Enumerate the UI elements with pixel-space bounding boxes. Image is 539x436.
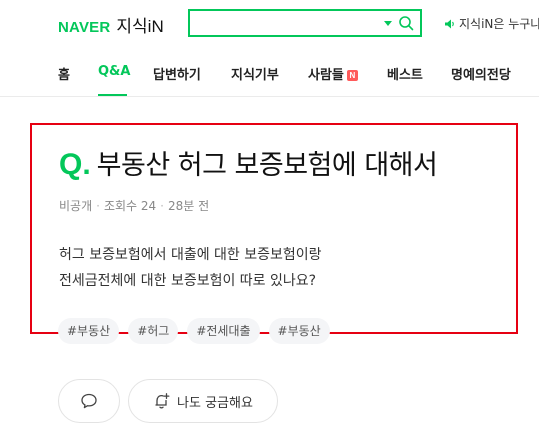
tag-item[interactable]: #전세대출 (187, 318, 260, 344)
question-title-text: 부동산 허그 보증보험에 대해서 (96, 149, 438, 181)
comment-button[interactable] (58, 379, 120, 423)
bell-plus-icon (155, 393, 170, 409)
meta-separator: · (96, 198, 100, 213)
header: NAVER 지식iN 지식iN은 누구나 (0, 0, 539, 48)
comment-icon (81, 393, 97, 409)
post-time: 28분 전 (168, 199, 210, 213)
content-line: 전세금전체에 대한 보증보험이 따로 있나요? (59, 273, 317, 289)
search-input[interactable] (190, 11, 386, 35)
tab-home[interactable]: 홈 (58, 64, 70, 83)
tag-item[interactable]: #부동산 (58, 318, 120, 344)
kin-logo[interactable]: 지식iN (116, 12, 163, 37)
new-badge: N (346, 70, 358, 81)
view-count: 조회수 24 (103, 199, 157, 213)
tab-hall-of-fame[interactable]: 명예의전당 (451, 64, 511, 83)
tag-list: #부동산 #허그 #전세대출 #부동산 (58, 318, 339, 344)
meta-separator: · (160, 198, 164, 213)
content-line: 허그 보증보험에서 대출에 대한 보증보험이랑 (59, 247, 322, 263)
active-tab-indicator (98, 94, 127, 96)
question-title: Q. 부동산 허그 보증보험에 대해서 (59, 148, 438, 181)
question-actions: 나도 궁금해요 (58, 379, 278, 423)
tab-people-label: 사람들 (308, 68, 344, 83)
notice-banner[interactable]: 지식iN은 누구나 (444, 15, 539, 32)
author-label: 비공개 (59, 199, 93, 213)
curious-button-label: 나도 궁금해요 (177, 395, 253, 411)
tab-qna[interactable]: Q&A (98, 64, 130, 79)
tag-item[interactable]: #허그 (128, 318, 179, 344)
tab-answer[interactable]: 답변하기 (153, 64, 201, 83)
logo[interactable]: NAVER 지식iN (58, 12, 164, 37)
question-content: 허그 보증보험에서 대출에 대한 보증보험이랑 전세금전체에 대한 보증보험이 … (59, 242, 322, 294)
main-nav: 홈 Q&A 답변하기 지식기부 사람들 N 베스트 명예의전당 (0, 48, 539, 97)
speaker-icon (445, 19, 454, 28)
notice-text[interactable]: 지식iN은 누구나 (459, 15, 539, 32)
question-meta: 비공개 · 조회수 24 · 28분 전 (59, 197, 209, 214)
question-mark: Q. (59, 148, 91, 181)
tag-item[interactable]: #부동산 (268, 318, 330, 344)
tab-best[interactable]: 베스트 (387, 64, 423, 83)
search-icon[interactable] (398, 15, 414, 31)
search-box (188, 9, 422, 37)
chevron-down-icon[interactable] (384, 21, 392, 26)
tab-people[interactable]: 사람들 N (308, 64, 358, 83)
tab-donation[interactable]: 지식기부 (231, 64, 279, 83)
naver-logo[interactable]: NAVER (58, 19, 110, 36)
curious-button[interactable]: 나도 궁금해요 (128, 379, 278, 423)
